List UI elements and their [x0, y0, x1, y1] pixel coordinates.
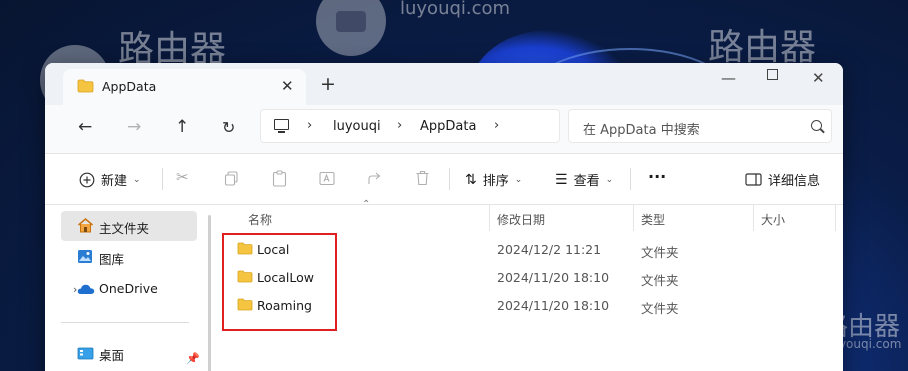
- back-button[interactable]: ←: [78, 117, 92, 137]
- sort-button[interactable]: ⇅ 排序 ⌄: [465, 170, 523, 190]
- details-pane-button[interactable]: 详细信息: [745, 170, 820, 189]
- search-box[interactable]: 在 AppData 中搜索: [568, 109, 832, 143]
- pin-icon[interactable]: 📌: [186, 352, 200, 365]
- details-pane-icon: [745, 173, 762, 186]
- new-tab-button[interactable]: +: [320, 75, 336, 94]
- folder-icon: [77, 79, 94, 93]
- column-divider[interactable]: [753, 205, 754, 231]
- file-type: 文件夹: [641, 301, 679, 316]
- view-button-label: 查看: [573, 174, 600, 189]
- sort-icon: ⇅: [465, 171, 477, 188]
- sidebar-item-label: 桌面: [99, 348, 125, 363]
- more-options-button[interactable]: ···: [648, 167, 666, 186]
- divider: [61, 322, 189, 323]
- command-bar: 新建 ⌄ ✂ ⇅ 排序 ⌄ ☰ 查看 ⌄ ··· 详细信息: [45, 154, 843, 204]
- navigation-pane: 主文件夹 图库 › OneDrive 桌面 📌: [45, 205, 203, 371]
- cloud-icon: [77, 284, 95, 294]
- view-lines-icon: ☰: [555, 171, 568, 188]
- chevron-down-icon: ⌄: [133, 174, 141, 185]
- new-button[interactable]: 新建 ⌄: [79, 170, 141, 189]
- tab-title: AppData: [102, 79, 157, 94]
- sidebar-scrollbar[interactable]: [203, 205, 215, 371]
- copy-icon[interactable]: [224, 171, 239, 186]
- rename-icon[interactable]: [319, 171, 335, 186]
- delete-icon[interactable]: [415, 170, 430, 186]
- column-divider[interactable]: [633, 205, 634, 231]
- cut-icon[interactable]: ✂: [176, 168, 189, 186]
- new-button-label: 新建: [101, 174, 128, 189]
- divider: [162, 168, 163, 190]
- this-pc-icon[interactable]: [274, 119, 289, 133]
- breadcrumb-appdata[interactable]: AppData: [420, 119, 476, 134]
- sidebar-item-onedrive[interactable]: OneDrive: [61, 274, 197, 304]
- sort-ascending-icon: ⌃: [362, 199, 371, 210]
- file-type: 文件夹: [641, 273, 679, 288]
- column-divider[interactable]: [489, 205, 490, 231]
- desktop-icon: [77, 347, 94, 360]
- address-bar[interactable]: › luyouqi › AppData ›: [260, 109, 560, 143]
- close-button[interactable]: ✕: [812, 69, 825, 87]
- divider: [630, 168, 631, 190]
- navigation-bar: ← → ↑ ↻ › luyouqi › AppData › 在 AppData …: [45, 105, 843, 153]
- watermark-logo-icon: [316, 0, 386, 56]
- sidebar-item-gallery[interactable]: 图库: [61, 242, 197, 272]
- sidebar-item-label: OneDrive: [99, 281, 158, 296]
- chevron-down-icon: ⌄: [514, 174, 523, 185]
- divider: [449, 168, 450, 190]
- paste-icon[interactable]: [272, 170, 287, 187]
- watermark-url: luyouqi.com: [400, 0, 511, 19]
- gallery-icon: [78, 250, 92, 263]
- refresh-button[interactable]: ↻: [222, 118, 235, 137]
- share-icon[interactable]: [367, 171, 383, 186]
- minimize-button[interactable]: —: [721, 69, 736, 87]
- sidebar-item-label: 主文件夹: [99, 221, 150, 236]
- forward-button[interactable]: →: [127, 117, 141, 137]
- column-header-modified[interactable]: 修改日期: [497, 211, 545, 228]
- search-input[interactable]: 在 AppData 中搜索: [583, 119, 700, 138]
- up-button[interactable]: ↑: [175, 117, 189, 137]
- breadcrumb-chevron-icon[interactable]: ›: [494, 118, 499, 133]
- sort-button-label: 排序: [482, 174, 509, 189]
- sidebar-item-desktop[interactable]: 桌面: [61, 338, 197, 368]
- plus-circle-icon: [79, 172, 95, 187]
- maximize-button[interactable]: [767, 69, 778, 80]
- column-header-size[interactable]: 大小: [761, 211, 785, 228]
- tab-close-icon[interactable]: ✕: [281, 77, 294, 95]
- home-icon: [78, 218, 93, 233]
- file-modified: 2024/12/2 11:21: [497, 242, 602, 257]
- sidebar-item-label: 图库: [99, 252, 125, 267]
- column-header-type[interactable]: 类型: [641, 211, 665, 228]
- sidebar-item-home[interactable]: 主文件夹: [61, 211, 197, 241]
- breadcrumb-chevron-icon[interactable]: ›: [307, 118, 312, 133]
- file-list: ⌃ 名称 修改日期 类型 大小 Local 2024/12/2 11:21 文件…: [215, 199, 843, 371]
- tab-appdata[interactable]: AppData ✕: [63, 69, 306, 105]
- scrollbar-thumb[interactable]: [208, 215, 211, 371]
- file-type: 文件夹: [641, 245, 679, 260]
- search-icon[interactable]: [811, 120, 822, 131]
- file-modified: 2024/11/20 18:10: [497, 270, 610, 285]
- file-explorer-window: AppData ✕ + — ✕ ← → ↑ ↻ › luyouqi › AppD…: [45, 63, 843, 371]
- column-header-name[interactable]: 名称: [248, 211, 272, 228]
- title-bar: AppData ✕ + — ✕: [45, 63, 843, 105]
- chevron-down-icon: ⌄: [605, 174, 614, 185]
- details-pane-label: 详细信息: [768, 174, 821, 189]
- view-button[interactable]: ☰ 查看 ⌄: [555, 170, 614, 190]
- file-modified: 2024/11/20 18:10: [497, 298, 610, 313]
- breadcrumb-luyouqi[interactable]: luyouqi: [333, 119, 381, 134]
- column-divider[interactable]: [835, 205, 836, 231]
- highlight-annotation-box: [222, 233, 337, 331]
- breadcrumb-chevron-icon[interactable]: ›: [397, 118, 402, 133]
- watermark-logo-icon: [763, 303, 811, 351]
